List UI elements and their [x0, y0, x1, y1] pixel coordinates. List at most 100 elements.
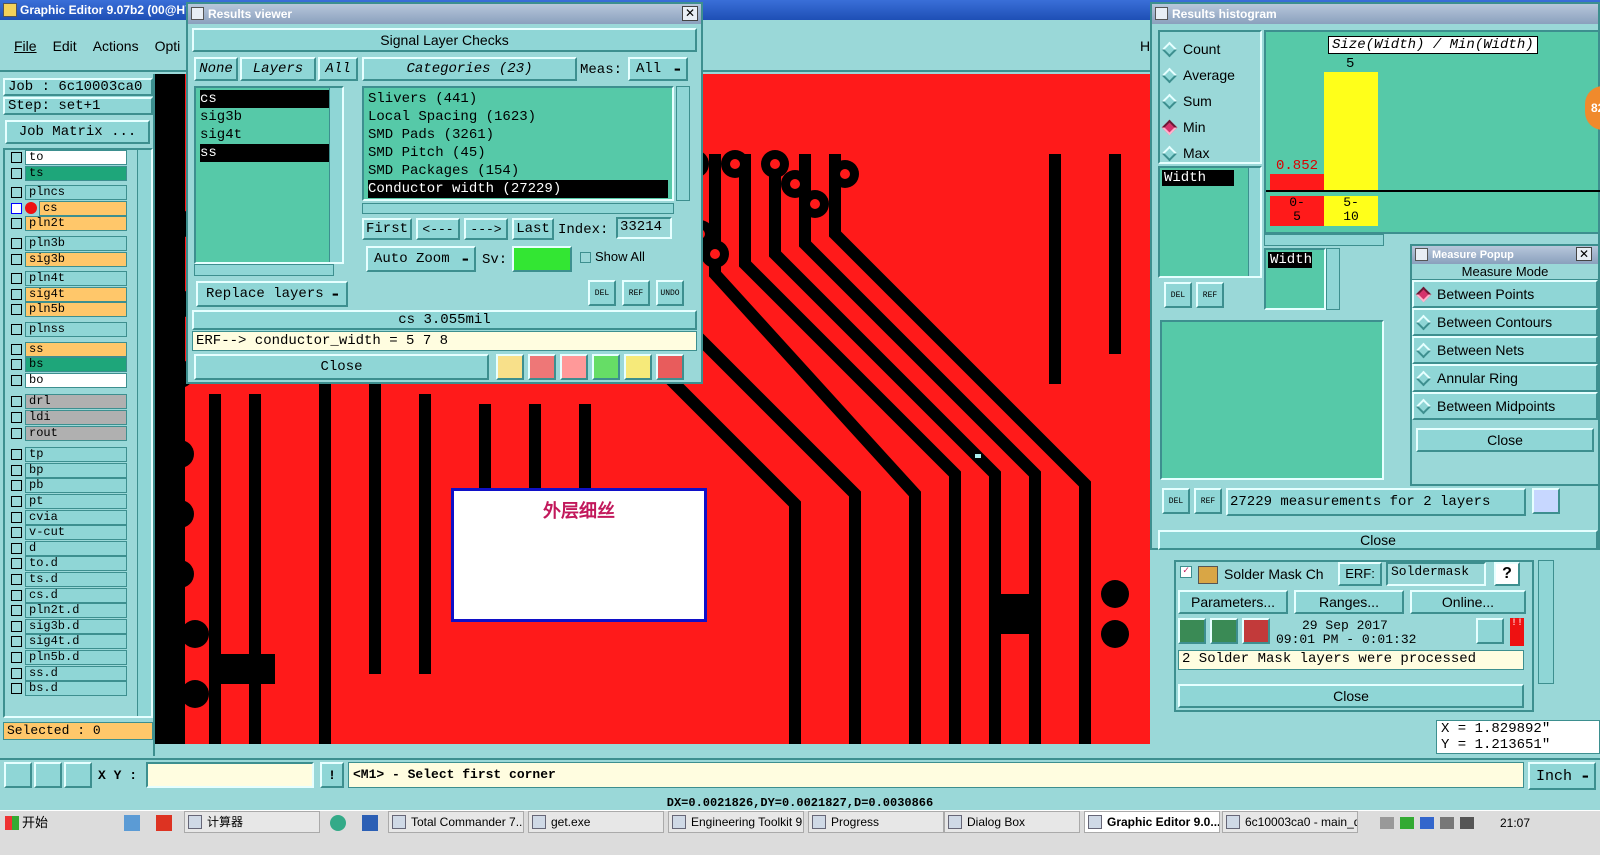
results-close-button[interactable]: Close	[194, 354, 489, 380]
layer-row[interactable]: d	[11, 540, 127, 556]
all-button[interactable]: All	[318, 57, 358, 81]
ie-icon[interactable]	[330, 815, 346, 831]
category-item[interactable]: SMD Packages (154)	[368, 162, 668, 180]
histogram-icon[interactable]	[656, 354, 684, 380]
erf-field[interactable]: Soldermask	[1386, 562, 1486, 586]
layer-row[interactable]: bs.d	[11, 681, 127, 697]
mode-sum[interactable]: Sum	[1160, 88, 1260, 114]
layer-item-sig3b[interactable]: sig3b	[200, 108, 338, 126]
layer-checkbox[interactable]	[11, 359, 22, 371]
network-icon[interactable]	[1400, 817, 1414, 829]
layer-row[interactable]: bs	[11, 357, 127, 373]
mode-average[interactable]: Average	[1160, 62, 1260, 88]
layer-row[interactable]: tp	[11, 447, 127, 463]
layer-checkbox[interactable]	[11, 636, 22, 648]
enable-checkbox[interactable]: ✓	[1180, 566, 1192, 578]
chart-hscroll[interactable]	[1264, 234, 1384, 246]
layer-checkbox[interactable]	[11, 464, 22, 476]
hist-del-button-2[interactable]: DEL	[1162, 488, 1190, 514]
layer-row[interactable]: pln4t	[11, 271, 127, 287]
step-icon[interactable]	[592, 354, 620, 380]
prev-button[interactable]: <---	[416, 218, 460, 240]
run-icon[interactable]	[1178, 618, 1206, 644]
layer-checkbox[interactable]	[11, 496, 22, 507]
layer-row[interactable]: pln5b.d	[11, 650, 127, 665]
layer-checkbox[interactable]	[11, 238, 22, 249]
category-item[interactable]: Local Spacing (1623)	[368, 108, 668, 126]
taskbar-item[interactable]: Progress	[808, 811, 944, 833]
layer-row[interactable]: pb	[11, 478, 127, 494]
categories-hscroll[interactable]	[362, 203, 674, 214]
units-select[interactable]: Inch ▬	[1528, 762, 1596, 790]
layer-checkbox[interactable]	[11, 589, 22, 601]
layer-row[interactable]: drl	[11, 394, 127, 410]
category-item[interactable]: Slivers (441)	[368, 90, 668, 108]
taskbar-item-active[interactable]: Graphic Editor 9.0...	[1084, 811, 1220, 833]
layer-row[interactable]: bo	[11, 372, 127, 388]
solder-close-button[interactable]: Close	[1178, 684, 1524, 708]
layer-row[interactable]: pln2t.d	[11, 603, 127, 619]
tab-layers[interactable]: Layers	[240, 57, 316, 81]
layer-checkbox[interactable]	[11, 620, 22, 632]
layer-row[interactable]: plncs	[11, 185, 127, 201]
layer-checkbox[interactable]	[11, 152, 22, 163]
mode-min[interactable]: Min	[1160, 114, 1260, 140]
layer-row[interactable]: ldi	[11, 410, 127, 425]
mode-between-nets[interactable]: Between Nets	[1412, 336, 1598, 364]
exit-icon[interactable]	[528, 354, 556, 380]
layer-checkbox[interactable]	[11, 343, 22, 355]
next-button[interactable]: --->	[464, 218, 508, 240]
category-item[interactable]: SMD Pitch (45)	[368, 144, 668, 162]
layer-checkbox[interactable]	[11, 396, 22, 408]
layer-item-cs[interactable]: cs	[200, 90, 332, 108]
solder-scrollbar[interactable]	[1538, 560, 1554, 684]
alert-button[interactable]: !	[320, 762, 344, 788]
hist-ref-button-2[interactable]: REF	[1194, 488, 1222, 514]
layer-checkbox[interactable]	[11, 480, 22, 492]
hist-del-button[interactable]: DEL	[1164, 282, 1192, 308]
grid-tool-icon[interactable]	[64, 762, 92, 788]
mode-count[interactable]: Count	[1160, 36, 1260, 62]
category-item[interactable]: SMD Pads (3261)	[368, 126, 668, 144]
mode-between-points[interactable]: Between Points	[1412, 280, 1598, 308]
taskbar-item[interactable]: Dialog Box	[944, 811, 1080, 833]
taskbar-item[interactable]: 计算器	[184, 811, 320, 833]
layer-row[interactable]: cs	[11, 200, 127, 216]
stop-icon[interactable]	[1242, 618, 1270, 644]
layer-checkbox[interactable]	[11, 288, 22, 300]
index-field[interactable]: 33214	[616, 217, 672, 239]
layer-row[interactable]: cvia	[11, 509, 127, 525]
menu-edit[interactable]: Edit	[53, 38, 77, 54]
category-item-selected[interactable]: Conductor width (27229)	[368, 180, 668, 198]
ref-button[interactable]: REF	[622, 280, 650, 306]
layer-row[interactable]: sig3b.d	[11, 618, 127, 634]
layer-checkbox[interactable]	[11, 605, 22, 617]
layer-checkbox[interactable]	[11, 218, 22, 230]
layer-checkbox[interactable]	[11, 558, 22, 570]
layer-row[interactable]: rout	[11, 425, 127, 441]
first-button[interactable]: First	[362, 218, 412, 240]
layer-checkbox[interactable]	[11, 374, 22, 386]
meas-select[interactable]: All ▬	[628, 57, 688, 81]
layer-row[interactable]: sig4t.d	[11, 634, 127, 650]
select-tool-icon[interactable]	[4, 762, 32, 788]
help-button[interactable]: ?	[1494, 562, 1520, 586]
layer-row[interactable]: bp	[11, 462, 127, 478]
layer-checkbox[interactable]	[11, 667, 22, 679]
layer-checkbox[interactable]	[11, 511, 22, 523]
layer-checkbox[interactable]	[11, 652, 22, 663]
layer-row[interactable]: plnss	[11, 322, 127, 337]
layer-row[interactable]: to.d	[11, 556, 127, 572]
layer-row[interactable]: sig3b	[11, 251, 127, 267]
sv-color-select[interactable]	[512, 246, 572, 272]
measure-tool-icon[interactable]	[34, 762, 62, 788]
mode-annular-ring[interactable]: Annular Ring	[1412, 364, 1598, 392]
volume-icon[interactable]	[1440, 817, 1454, 829]
taskbar-item[interactable]: Total Commander 7....	[388, 811, 524, 833]
histogram-close-button[interactable]: Close	[1158, 530, 1598, 550]
xy-input[interactable]	[146, 762, 314, 788]
taskbar-item[interactable]: get.exe	[528, 811, 664, 833]
layer-list-scrollbar[interactable]	[329, 88, 342, 262]
layer-checkbox[interactable]	[11, 167, 22, 179]
layer-row[interactable]: cs.d	[11, 587, 127, 603]
